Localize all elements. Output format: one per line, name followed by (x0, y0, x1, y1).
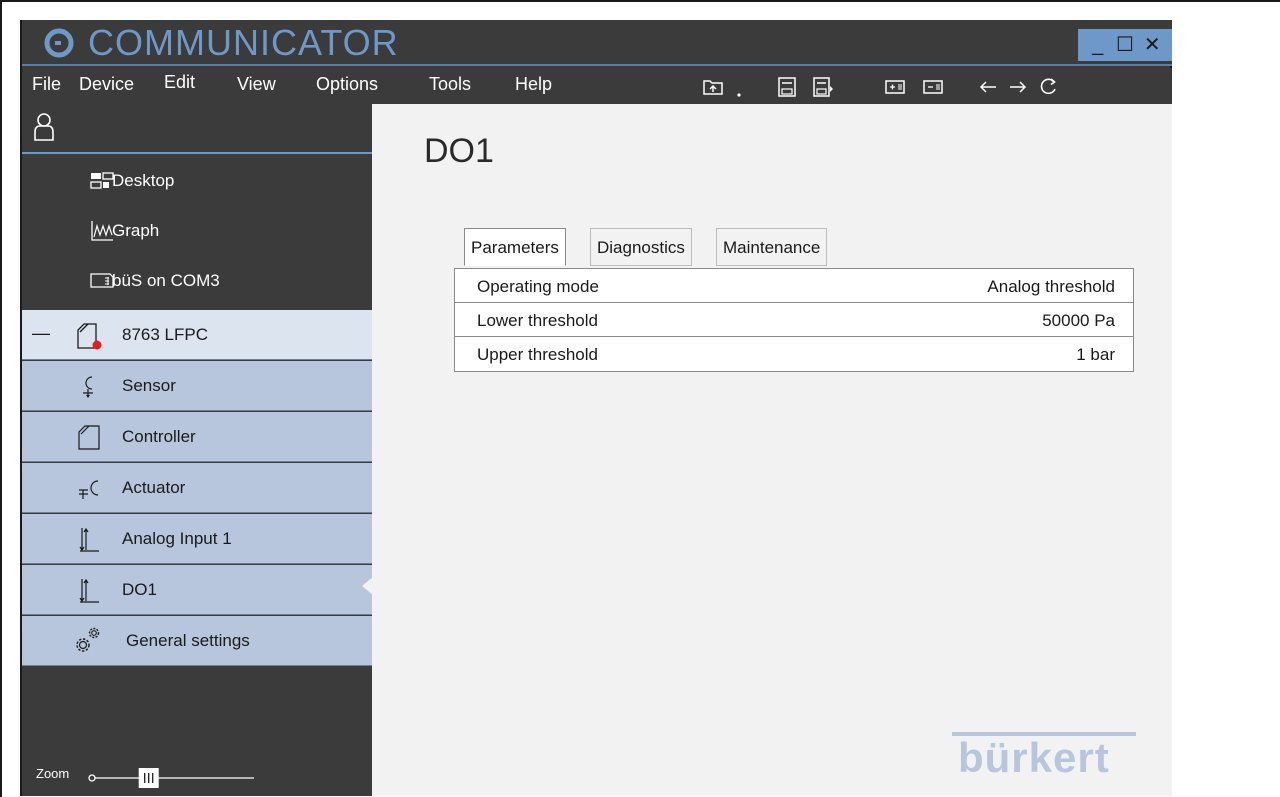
minimize-button[interactable]: _ (1087, 35, 1109, 55)
gears-icon (76, 627, 100, 652)
parameter-table: Operating mode Analog threshold Lower th… (454, 268, 1134, 372)
save-icon[interactable] (776, 76, 798, 98)
desktop-icon (90, 172, 114, 189)
tree-item-sensor[interactable]: Sensor (22, 361, 372, 411)
zoom-label: Zoom (36, 766, 70, 781)
tree-item-analog-input-1[interactable]: Analog Input 1 (22, 514, 372, 564)
brand-logo: bürkert (952, 732, 1136, 782)
window-controls: _ ☐ ✕ (1078, 29, 1172, 61)
graph-icon (91, 221, 113, 241)
nav-bus-com3[interactable]: büS on COM3 (22, 256, 372, 306)
bus-port-icon (90, 273, 114, 288)
menu-file[interactable]: File (32, 74, 61, 95)
menu-tools[interactable]: Tools (429, 74, 471, 95)
device-label: 8763 LFPC (122, 325, 208, 344)
tree-item-do1-label: DO1 (122, 580, 157, 599)
table-row[interactable]: Upper threshold 1 bar (455, 337, 1133, 371)
maximize-button[interactable]: ☐ (1114, 35, 1136, 55)
device-status-icon (77, 323, 102, 350)
zoom-slider[interactable] (88, 768, 258, 788)
param-name: Upper threshold (477, 345, 598, 364)
tree-item-analog-input-label: Analog Input 1 (122, 529, 232, 548)
tree-item-controller-label: Controller (122, 427, 196, 446)
title-bar: COMMUNICATOR _ ☐ ✕ (22, 20, 1172, 66)
add-device-icon[interactable] (884, 76, 906, 98)
digital-output-icon (79, 578, 99, 603)
controller-icon (78, 425, 100, 450)
open-folder-icon[interactable] (702, 76, 724, 98)
menu-edit[interactable]: Edit (164, 72, 195, 93)
save-as-icon[interactable] (812, 76, 834, 98)
nav-graph[interactable]: Graph (22, 206, 372, 256)
menu-device[interactable]: Device (79, 74, 134, 95)
actuator-icon (79, 480, 99, 499)
tab-parameters[interactable]: Parameters (464, 228, 566, 266)
tree-item-actuator-label: Actuator (122, 478, 186, 497)
tree-item-actuator[interactable]: Actuator (22, 463, 372, 513)
sensor-icon (83, 376, 93, 398)
app-logo-icon (44, 28, 74, 58)
menu-help[interactable]: Help (515, 74, 552, 95)
forward-arrow-icon[interactable] (1007, 76, 1029, 98)
menu-bar: File Device Edit View Options Tools Help (22, 68, 1172, 104)
main-content: DO1 Parameters Diagnostics Maintenance O… (372, 104, 1172, 796)
nav-bus-label: büS on COM3 (112, 271, 220, 290)
tree-item-do1[interactable]: DO1 (22, 565, 372, 615)
back-arrow-icon[interactable] (977, 76, 999, 98)
tab-diagnostics[interactable]: Diagnostics (590, 228, 692, 266)
open-dropdown-icon[interactable] (728, 76, 741, 98)
param-value[interactable]: Analog threshold (987, 277, 1115, 297)
table-row[interactable]: Lower threshold 50000 Pa (455, 303, 1133, 337)
param-name: Operating mode (477, 277, 599, 296)
param-value[interactable]: 50000 Pa (1042, 311, 1115, 331)
menu-view[interactable]: View (237, 74, 276, 95)
device-item-8763-lfpc[interactable]: — 8763 LFPC (22, 310, 372, 360)
sidebar: Desktop Graph büS on COM3 — 8763 LFPC Se… (22, 104, 374, 796)
nav-desktop-label: Desktop (112, 171, 175, 190)
tree-item-general-settings-label: General settings (126, 631, 250, 650)
remove-device-icon[interactable] (922, 76, 944, 98)
tree-item-sensor-label: Sensor (122, 376, 176, 395)
nav-graph-label: Graph (112, 221, 160, 240)
app-title: COMMUNICATOR (88, 22, 399, 63)
tab-maintenance[interactable]: Maintenance (716, 228, 828, 266)
refresh-icon[interactable] (1037, 76, 1059, 98)
analog-input-icon (79, 527, 99, 552)
zoom-slider-thumb[interactable] (138, 768, 159, 788)
user-row (22, 104, 372, 154)
collapse-toggle[interactable]: — (32, 323, 50, 344)
page-title: DO1 (424, 132, 494, 170)
close-button[interactable]: ✕ (1141, 35, 1163, 55)
brand-logo-text: bürkert (958, 734, 1110, 781)
nav-desktop[interactable]: Desktop (22, 156, 372, 206)
param-name: Lower threshold (477, 311, 598, 330)
tree-item-controller[interactable]: Controller (22, 412, 372, 462)
user-icon[interactable] (32, 112, 56, 142)
tree-item-general-settings[interactable]: General settings (22, 616, 372, 666)
menu-options[interactable]: Options (316, 74, 378, 95)
app-window: COMMUNICATOR _ ☐ ✕ File Device Edit View… (20, 20, 1172, 796)
table-row[interactable]: Operating mode Analog threshold (455, 269, 1133, 303)
param-value[interactable]: 1 bar (1076, 345, 1115, 365)
